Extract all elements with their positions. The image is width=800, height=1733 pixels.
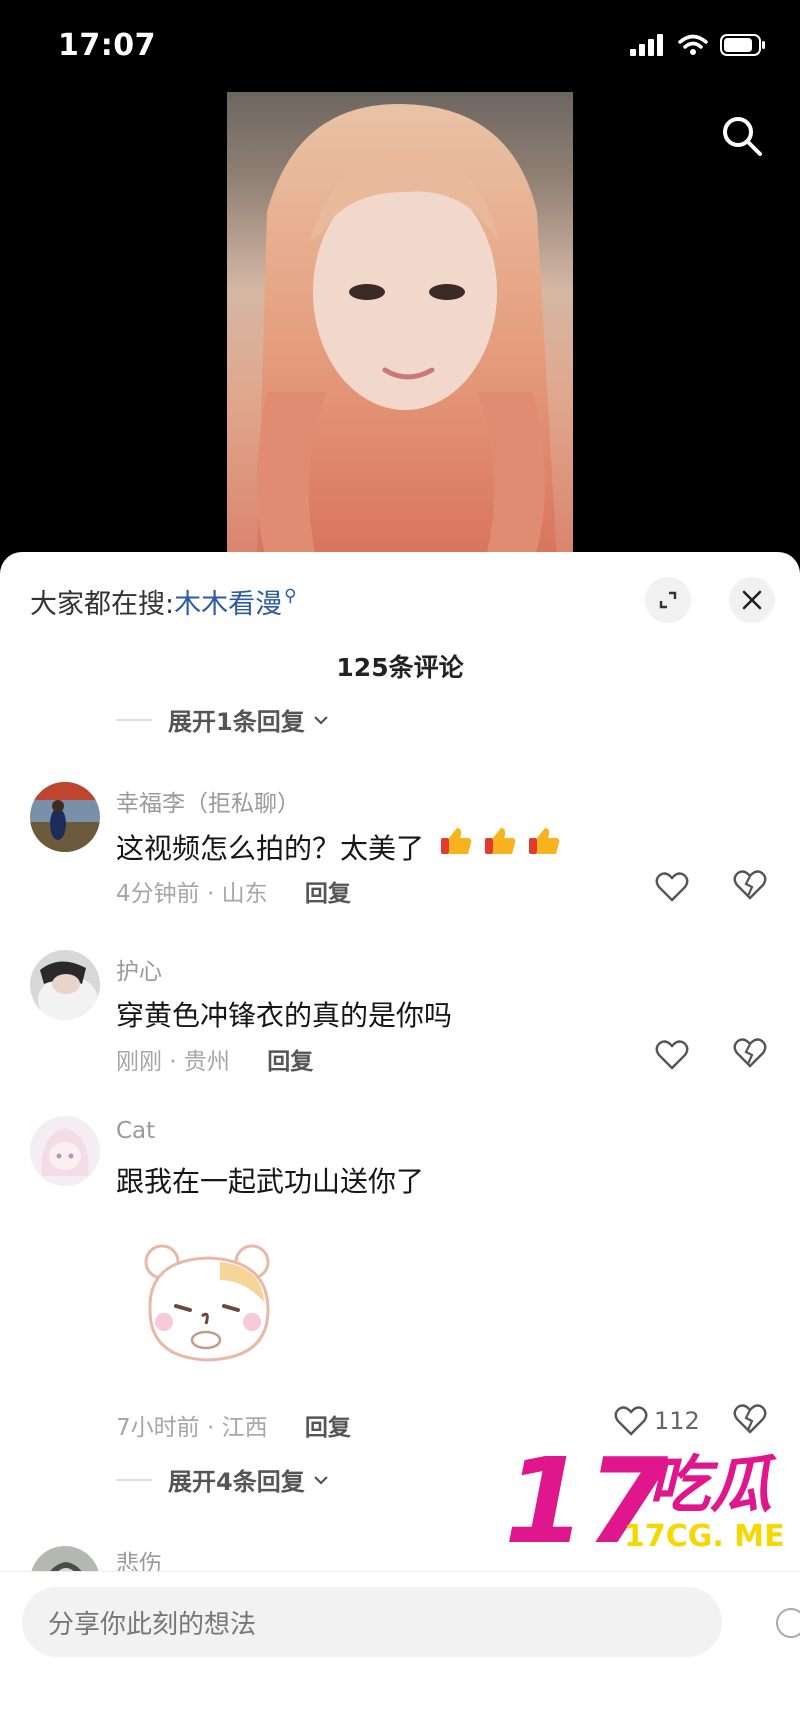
- battery-icon: [720, 34, 765, 56]
- heart-icon: [655, 872, 689, 902]
- search-button[interactable]: [718, 112, 766, 160]
- small-search-icon: ⚲: [284, 586, 297, 606]
- status-time: 17:07: [58, 28, 156, 63]
- signal-icon: [630, 34, 663, 56]
- comment-input-bar: 分享你此刻的想法: [0, 1571, 800, 1733]
- comment-username[interactable]: 幸福李（拒私聊）: [116, 784, 300, 818]
- expand-replies-label: 展开4条回复: [168, 1468, 305, 1496]
- like-count: 112: [654, 1407, 700, 1435]
- comment-body: 这视频怎么拍的？太美了: [116, 832, 425, 865]
- comment-meta: 4分钟前 · 山东 回复: [116, 874, 351, 908]
- avatar-image: [30, 950, 100, 1020]
- reply-button[interactable]: 回复: [305, 881, 351, 907]
- like-button[interactable]: 112: [614, 1404, 724, 1438]
- expand-sheet-button[interactable]: [645, 577, 691, 623]
- hot-search-keyword[interactable]: 木木看漫: [174, 589, 282, 620]
- bear-sticker-image[interactable]: [140, 1240, 280, 1370]
- close-icon: [742, 590, 762, 610]
- search-icon: [723, 117, 762, 156]
- video-thumbnail-image: [257, 103, 557, 562]
- comment-username[interactable]: 护心: [116, 952, 162, 986]
- thumbs-up-emoji: [439, 826, 565, 865]
- chevron-down-icon: [313, 715, 328, 725]
- comment-username[interactable]: Cat: [116, 1118, 155, 1144]
- comment-text: 跟我在一起武功山送你了: [116, 1165, 425, 1198]
- expand-replies-button[interactable]: 展开1条回复: [116, 702, 329, 737]
- hot-search-banner[interactable]: 大家都在搜:木木看漫 ⚲: [30, 582, 297, 621]
- like-button[interactable]: [655, 1038, 691, 1072]
- site-watermark-logo: 17 吃瓜 17CG. ME: [500, 1432, 800, 1570]
- heart-icon: [614, 1406, 648, 1436]
- broken-heart-icon: [733, 870, 767, 900]
- hot-search-prefix: 大家都在搜:: [30, 589, 175, 620]
- divider-line: [116, 1478, 152, 1481]
- expand-replies-button[interactable]: 展开4条回复: [116, 1462, 329, 1497]
- comment-input[interactable]: 分享你此刻的想法: [22, 1587, 722, 1657]
- reply-button[interactable]: 回复: [305, 1415, 351, 1441]
- comment-time-location: 刚刚 · 贵州: [116, 1049, 230, 1075]
- comment-time-location: 4分钟前 · 山东: [116, 881, 268, 907]
- expand-replies-label: 展开1条回复: [168, 708, 305, 736]
- svg-text:17CG. ME: 17CG. ME: [624, 1519, 785, 1554]
- avatar-image: [30, 1116, 100, 1186]
- comment-time-location: 7小时前 · 江西: [116, 1415, 268, 1441]
- heart-icon: [655, 1040, 689, 1070]
- avatar[interactable]: [30, 782, 100, 852]
- divider-line: [116, 718, 152, 721]
- dislike-button[interactable]: [733, 1404, 769, 1438]
- status-bar: 17:07: [0, 0, 800, 90]
- dislike-button[interactable]: [733, 870, 769, 904]
- video-player[interactable]: [227, 92, 573, 562]
- comment-meta: 刚刚 · 贵州 回复: [116, 1042, 313, 1076]
- avatar[interactable]: [30, 950, 100, 1020]
- comment-count: 125条评论: [336, 653, 464, 682]
- dislike-button[interactable]: [733, 1038, 769, 1072]
- broken-heart-icon: [733, 1038, 767, 1068]
- svg-text:吃瓜: 吃瓜: [648, 1448, 777, 1521]
- like-button[interactable]: [655, 870, 691, 904]
- expand-icon: [659, 591, 677, 609]
- comment-meta: 7小时前 · 江西 回复: [116, 1408, 351, 1442]
- emoji-icon[interactable]: [776, 1608, 800, 1638]
- chevron-down-icon: [313, 1475, 328, 1485]
- avatar[interactable]: [30, 1116, 100, 1186]
- reply-button[interactable]: 回复: [267, 1049, 313, 1075]
- comment-text: 这视频怎么拍的？太美了: [116, 826, 565, 867]
- comment-text: 穿黄色冲锋衣的真的是你吗: [116, 999, 453, 1032]
- status-icons: [630, 34, 766, 56]
- wifi-icon: [678, 34, 708, 55]
- close-sheet-button[interactable]: [729, 577, 775, 623]
- broken-heart-icon: [733, 1404, 767, 1434]
- avatar-image: [30, 782, 100, 852]
